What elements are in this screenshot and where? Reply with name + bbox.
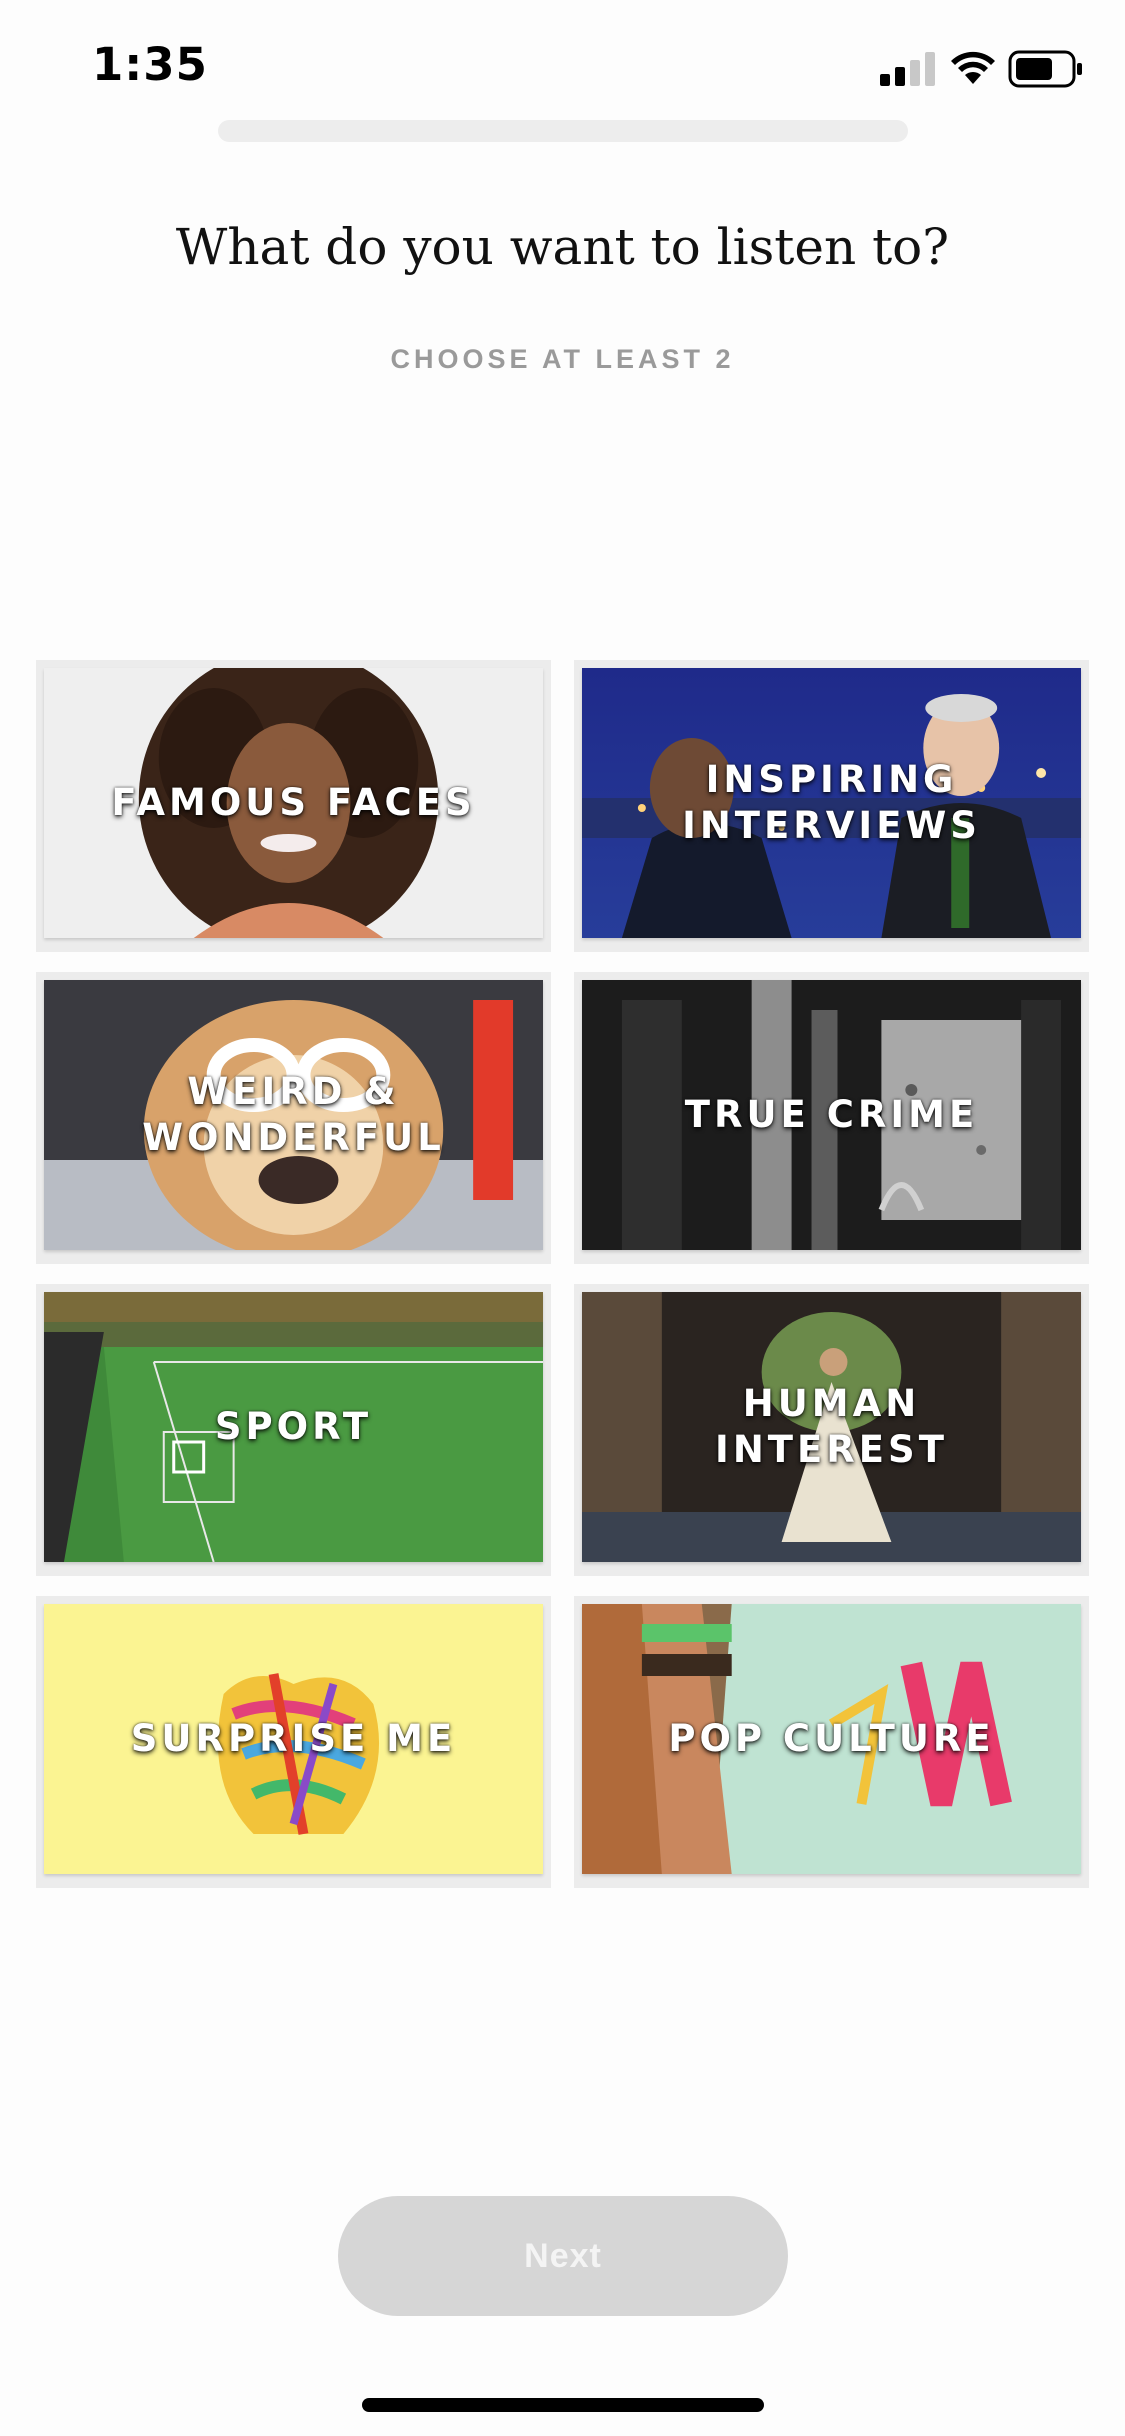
category-tile-weird-wonderful[interactable]: WEIRD & WONDERFUL [36,972,551,1264]
category-label: SPORT [214,1405,373,1448]
category-image-sport: SPORT [44,1292,543,1562]
category-label: SURPRISE ME [130,1717,457,1760]
category-tile-sport[interactable]: SPORT [36,1284,551,1576]
category-tile-human-interest[interactable]: HUMAN INTEREST [574,1284,1089,1576]
category-label: FAMOUS FACES [111,781,476,824]
category-tile-surprise-me[interactable]: SURPRISE ME [36,1596,551,1888]
cellular-signal-icon [880,52,935,86]
category-image-human-interest: HUMAN INTEREST [582,1292,1081,1562]
page-subtitle: CHOOSE AT LEAST 2 [390,344,735,374]
category-label: POP CULTURE [668,1717,995,1760]
category-label: TRUE CRIME [684,1093,979,1136]
category-image-inspiring-interviews: INSPIRING INTERVIEWS [582,668,1081,938]
category-label: HUMAN INTEREST [715,1382,948,1471]
category-image-surprise-me: SURPRISE ME [44,1604,543,1874]
category-image-weird-wonderful: WEIRD & WONDERFUL [44,980,543,1250]
category-label: WEIRD & WONDERFUL [142,1070,445,1159]
status-bar: 1:35 [0,0,1125,140]
category-tile-pop-culture[interactable]: POP CULTURE [574,1596,1089,1888]
battery-icon [1008,50,1082,88]
page-title: What do you want to listen to? [175,218,950,276]
category-image-pop-culture: POP CULTURE [582,1604,1081,1874]
category-image-true-crime: TRUE CRIME [582,980,1081,1250]
status-time: 1:35 [92,38,208,91]
category-tile-famous-faces[interactable]: FAMOUS FACES [36,660,551,952]
next-button[interactable]: Next [338,2196,788,2316]
category-label: INSPIRING INTERVIEWS [682,758,981,847]
category-grid: FAMOUS FACES INSPIRING INTERVIEWS WEIRD … [36,660,1089,1888]
home-indicator [362,2398,764,2412]
category-tile-inspiring-interviews[interactable]: INSPIRING INTERVIEWS [574,660,1089,952]
category-image-famous-faces: FAMOUS FACES [44,668,543,938]
onboarding-progress-bar [218,120,908,142]
wifi-icon [951,51,995,84]
category-tile-true-crime[interactable]: TRUE CRIME [574,972,1089,1264]
